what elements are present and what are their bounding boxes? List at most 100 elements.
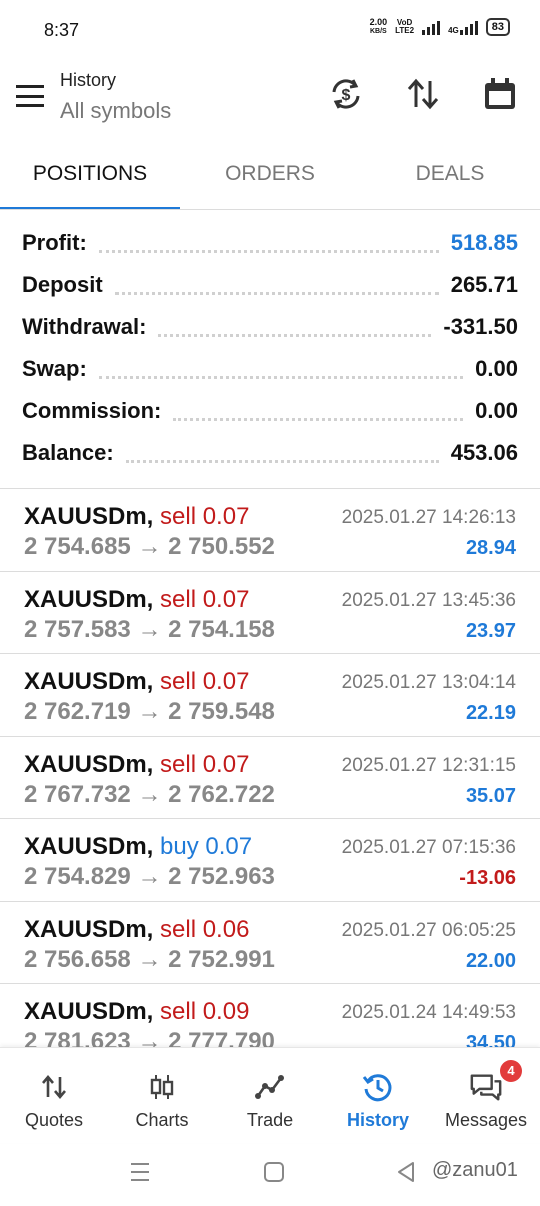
summary-label: Deposit — [22, 272, 103, 297]
close-price: 2 762.722 — [168, 780, 275, 808]
dotted-leader — [173, 417, 464, 421]
summary-deposit: Deposit 265.71 — [0, 264, 540, 306]
nav-label: Trade — [246, 1110, 294, 1130]
close-price: 2 752.963 — [168, 863, 275, 890]
status-bar: 8:37 2.00 KB/S VoD LTE2 4G 83 — [0, 0, 540, 60]
arrow-icon: → — [137, 698, 162, 725]
summary-value: -331.50 — [443, 314, 518, 339]
deals-list: XAUUSDm, sell 0.07 2 754.685 → 2 750.552… — [0, 489, 540, 1047]
list-item[interactable]: XAUUSDm, sell 0.06 2 756.658 → 2 752.991… — [0, 902, 540, 984]
deal-symbol: XAUUSDm, — [24, 503, 154, 530]
summary-label: Balance: — [22, 440, 114, 465]
net-speed: 2.00 KB/S — [369, 17, 388, 36]
nav-messages[interactable]: 4 Messages — [432, 1048, 540, 1143]
deal-time: 2025.01.27 07:15:36 — [341, 837, 516, 858]
back-icon[interactable] — [396, 1161, 416, 1188]
dotted-leader — [158, 333, 432, 337]
open-price: 2 762.719 — [24, 698, 131, 725]
list-item[interactable]: XAUUSDm, buy 0.07 2 754.829 → 2 752.963 … — [0, 819, 540, 902]
tab-orders[interactable]: ORDERS — [180, 148, 360, 210]
open-price: 2 767.732 — [24, 780, 131, 808]
history-tabs: POSITIONS ORDERS DEALS — [0, 148, 540, 210]
deal-side: sell 0.07 — [160, 668, 250, 695]
arrow-icon: → — [137, 863, 162, 890]
close-price: 2 777.790 — [168, 1028, 275, 1047]
deal-profit: 35.07 — [465, 784, 516, 807]
symbol-filter[interactable]: All symbols — [60, 98, 171, 124]
status-icons: 2.00 KB/S VoD LTE2 4G 83 — [370, 18, 510, 36]
deal-time: 2025.01.27 12:31:15 — [341, 754, 516, 776]
candlestick-icon — [145, 1070, 179, 1104]
close-price: 2 754.158 — [168, 615, 275, 643]
arrow-icon: → — [137, 945, 162, 973]
deal-time: 2025.01.27 13:45:36 — [341, 589, 516, 611]
sort-icon[interactable] — [403, 74, 443, 114]
list-item[interactable]: XAUUSDm, sell 0.07 2 762.719 → 2 759.548… — [0, 654, 540, 737]
volte-indicator: VoD LTE2 — [395, 18, 415, 35]
svg-text:$: $ — [342, 87, 351, 104]
messages-badge: 4 — [500, 1060, 522, 1082]
dotted-leader — [98, 249, 439, 253]
menu-icon[interactable] — [16, 85, 44, 107]
nav-label: Charts — [135, 1110, 189, 1130]
nav-label: Quotes — [24, 1110, 84, 1130]
tab-positions[interactable]: POSITIONS — [0, 148, 180, 210]
open-price: 2 754.829 — [24, 863, 131, 890]
open-price: 2 781.623 — [24, 1028, 131, 1047]
currency-exchange-icon[interactable]: $ — [326, 74, 366, 114]
close-price: 2 750.552 — [168, 533, 275, 560]
list-item[interactable]: XAUUSDm, sell 0.07 2 757.583 → 2 754.158… — [0, 572, 540, 654]
summary-balance: Balance: 453.06 — [0, 432, 540, 474]
nav-history[interactable]: History — [324, 1048, 432, 1143]
close-price: 2 759.548 — [168, 698, 275, 725]
system-nav-bar: @zanu01 — [0, 1143, 540, 1206]
nav-charts[interactable]: Charts — [108, 1048, 216, 1143]
battery-icon: 83 — [485, 18, 510, 36]
deal-side: sell 0.09 — [160, 998, 250, 1025]
dotted-leader — [114, 291, 439, 295]
signal-icon — [422, 19, 441, 35]
deal-time: 2025.01.27 13:04:14 — [341, 672, 516, 693]
nav-trade[interactable]: Trade — [216, 1048, 324, 1143]
deal-profit: 34.50 — [465, 1032, 516, 1047]
list-item[interactable]: XAUUSDm, sell 0.07 2 767.732 → 2 762.722… — [0, 737, 540, 819]
bottom-nav: Quotes Charts Trade History 4 Messages — [0, 1047, 540, 1143]
summary-label: Withdrawal: — [22, 314, 147, 339]
page-title: History — [60, 70, 117, 90]
messages-icon — [469, 1070, 503, 1104]
recents-icon[interactable] — [130, 1161, 150, 1188]
deal-time: 2025.01.27 06:05:25 — [341, 919, 516, 941]
summary-withdrawal: Withdrawal: -331.50 — [0, 306, 540, 348]
deal-side: sell 0.07 — [160, 750, 250, 778]
quotes-icon — [37, 1070, 71, 1104]
list-item[interactable]: XAUUSDm, sell 0.07 2 754.685 → 2 750.552… — [0, 489, 540, 572]
tab-deals[interactable]: DEALS — [360, 148, 540, 210]
deal-time: 2025.01.27 14:26:13 — [341, 507, 516, 528]
deal-time: 2025.01.24 14:49:53 — [341, 1002, 516, 1023]
deal-profit: 22.19 — [465, 702, 516, 724]
arrow-icon: → — [137, 780, 162, 808]
arrow-icon: → — [137, 533, 162, 560]
home-icon[interactable] — [263, 1161, 285, 1188]
dotted-leader — [125, 459, 439, 463]
deal-symbol: XAUUSDm, — [24, 915, 154, 943]
app-header: History All symbols $ — [0, 60, 540, 140]
deal-profit: 23.97 — [465, 619, 516, 642]
summary-label: Commission: — [22, 398, 162, 423]
deal-symbol: XAUUSDm, — [24, 585, 154, 613]
arrow-icon: → — [137, 1028, 162, 1047]
signal-4g-icon: 4G — [448, 19, 478, 35]
summary-label: Swap: — [22, 356, 87, 381]
open-price: 2 756.658 — [24, 945, 131, 973]
dotted-leader — [98, 375, 464, 379]
deal-side: sell 0.07 — [160, 503, 250, 530]
list-item[interactable]: XAUUSDm, sell 0.09 2 781.623 → 2 777.790… — [0, 984, 540, 1047]
nav-quotes[interactable]: Quotes — [0, 1048, 108, 1143]
history-icon — [361, 1070, 395, 1104]
deal-symbol: XAUUSDm, — [24, 668, 154, 695]
summary-value: 518.85 — [450, 230, 518, 255]
open-price: 2 757.583 — [24, 615, 131, 643]
summary-value: 453.06 — [450, 440, 518, 465]
summary-value: 0.00 — [475, 356, 518, 381]
calendar-icon[interactable] — [480, 74, 520, 114]
